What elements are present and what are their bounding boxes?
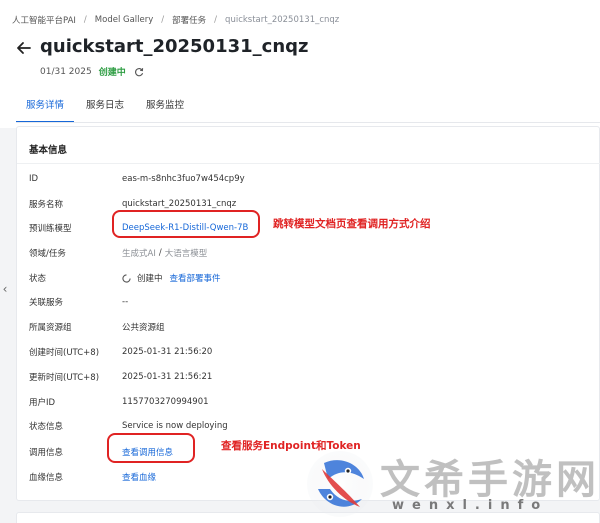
info-label: 领域/任务 bbox=[29, 249, 66, 259]
breadcrumb-separator: / bbox=[161, 15, 165, 25]
callout-box-invoke bbox=[107, 433, 195, 463]
chevron-left-icon[interactable]: ‹ bbox=[0, 278, 10, 300]
breadcrumb-item-current: quickstart_20250131_cnqz bbox=[225, 15, 340, 25]
tab-service-monitor[interactable]: 服务监控 bbox=[136, 96, 194, 120]
info-row-state: 状态 创建中 查看部署事件 bbox=[29, 271, 221, 285]
info-row-domain-task: 领域/任务 生成式AI / 大语言模型 bbox=[29, 246, 207, 260]
info-label: 预训练模型 bbox=[29, 224, 72, 234]
status-line: 01/31 2025 创建中 bbox=[40, 65, 144, 78]
breadcrumb-separator: / bbox=[83, 15, 87, 25]
info-label: 更新时间(UTC+8) bbox=[29, 373, 100, 383]
info-label: 所属资源组 bbox=[29, 323, 72, 333]
info-row-resource-group: 所属资源组 公共资源组 bbox=[29, 320, 165, 334]
info-value: -- bbox=[122, 297, 129, 307]
info-row-related-service: 关联服务 -- bbox=[29, 295, 128, 309]
breadcrumb-item-model-gallery[interactable]: Model Gallery bbox=[95, 15, 154, 25]
state-text: 创建中 bbox=[137, 274, 163, 284]
info-row-user-id: 用户ID 1157703270994901 bbox=[29, 395, 209, 409]
info-label: 状态 bbox=[29, 274, 47, 284]
info-row-lineage-info: 血缘信息 查看血缘 bbox=[29, 470, 156, 484]
page-header: 人工智能平台PAI / Model Gallery / 部署任务 / quick… bbox=[0, 0, 600, 128]
loading-spinner-icon bbox=[122, 273, 131, 283]
info-value: 2025-01-31 21:56:20 bbox=[122, 347, 213, 357]
tab-bar: 服务详情 服务日志 服务监控 bbox=[16, 96, 196, 123]
back-arrow-icon[interactable] bbox=[14, 38, 34, 58]
breadcrumb: 人工智能平台PAI / Model Gallery / 部署任务 / quick… bbox=[12, 14, 339, 26]
info-label: 用户ID bbox=[29, 398, 56, 408]
watermark-logo-icon bbox=[307, 451, 373, 517]
breadcrumb-item-deploy-tasks[interactable]: 部署任务 bbox=[172, 14, 206, 26]
tab-service-logs[interactable]: 服务日志 bbox=[76, 96, 134, 120]
created-date: 01/31 2025 bbox=[40, 66, 92, 77]
watermark-text: 文希手游网 bbox=[380, 456, 600, 503]
info-value: 2025-01-31 21:56:21 bbox=[122, 372, 213, 382]
refresh-icon[interactable] bbox=[134, 67, 144, 77]
info-row-service-name: 服务名称 quickstart_20250131_cnqz bbox=[29, 197, 236, 211]
card-title: 基本信息 bbox=[29, 145, 68, 156]
task-tag: 大语言模型 bbox=[164, 249, 208, 259]
info-value: 创建中 查看部署事件 bbox=[122, 272, 221, 284]
info-label: 创建时间(UTC+8) bbox=[29, 348, 100, 358]
status-badge: 创建中 bbox=[98, 68, 126, 78]
tab-service-details[interactable]: 服务详情 bbox=[16, 96, 75, 123]
callout-box-model bbox=[112, 210, 260, 238]
info-value: 1157703270994901 bbox=[122, 397, 209, 407]
callout-text-model-doc: 跳转模型文档页查看调用方式介绍 bbox=[273, 218, 431, 230]
info-value: Service is now deploying bbox=[122, 421, 228, 431]
info-row-id: ID eas-m-s8nhc3fuo7w454cp9y bbox=[29, 172, 245, 186]
info-row-updated-time: 更新时间(UTC+8) 2025-01-31 21:56:21 bbox=[29, 370, 212, 384]
info-label: 血缘信息 bbox=[29, 473, 64, 483]
watermark: 文希手游网 wenxl.info bbox=[300, 443, 600, 523]
page-title: quickstart_20250131_cnqz bbox=[40, 36, 309, 57]
tab-divider bbox=[16, 122, 600, 123]
domain-tag: 生成式AI bbox=[122, 249, 156, 259]
view-deploy-events-link[interactable]: 查看部署事件 bbox=[170, 272, 221, 284]
info-label: 状态信息 bbox=[29, 422, 64, 432]
info-value: 查看血缘 bbox=[122, 471, 156, 483]
watermark-subtext: wenxl.info bbox=[392, 498, 549, 513]
info-value: eas-m-s8nhc3fuo7w454cp9y bbox=[122, 174, 245, 184]
info-label: 关联服务 bbox=[29, 298, 64, 308]
breadcrumb-item-pai[interactable]: 人工智能平台PAI bbox=[12, 14, 76, 26]
info-row-state-info: 状态信息 Service is now deploying bbox=[29, 419, 228, 433]
card-divider bbox=[17, 163, 600, 164]
view-lineage-link[interactable]: 查看血缘 bbox=[122, 471, 156, 483]
info-value: 公共资源组 bbox=[122, 323, 165, 333]
info-value: quickstart_20250131_cnqz bbox=[122, 199, 237, 209]
info-value: 生成式AI / 大语言模型 bbox=[122, 247, 207, 259]
info-row-created-time: 创建时间(UTC+8) 2025-01-31 21:56:20 bbox=[29, 345, 212, 359]
info-label: ID bbox=[29, 174, 39, 184]
breadcrumb-separator: / bbox=[214, 15, 218, 25]
info-label: 服务名称 bbox=[29, 200, 64, 210]
domain-separator: / bbox=[158, 248, 162, 258]
